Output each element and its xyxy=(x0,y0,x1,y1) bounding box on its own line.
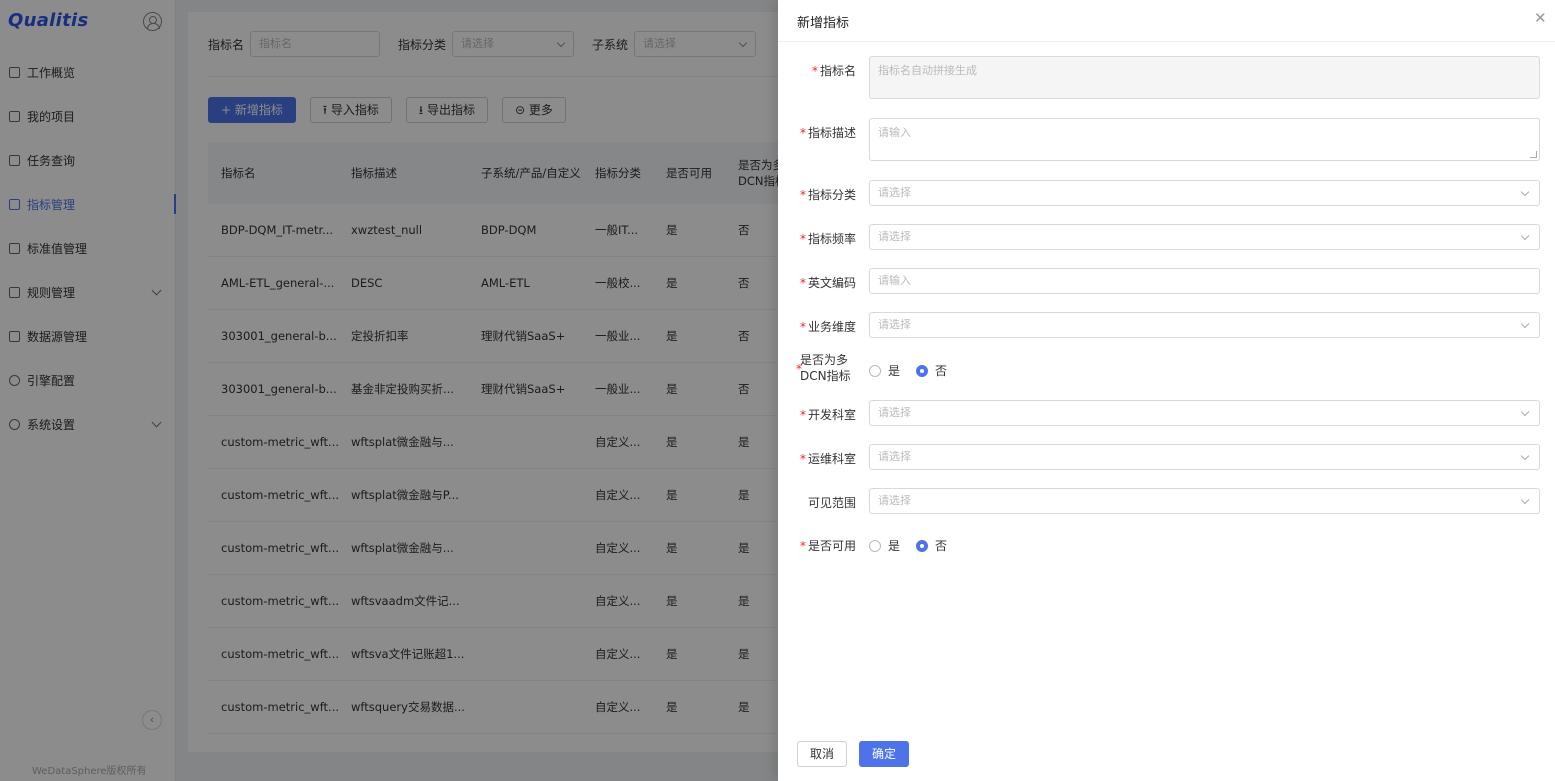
required-mark: * xyxy=(799,539,806,553)
field-label-text: 可见范围 xyxy=(807,496,856,510)
field-label: * 运维科室 xyxy=(800,450,856,467)
drawer-title: 新增指标 xyxy=(797,16,850,31)
metric-name-input: 指标名自动拼接生成 xyxy=(869,56,1540,99)
required-mark: * xyxy=(799,408,806,422)
radio-icon xyxy=(869,364,881,377)
field-label: * 是否为多DCN指标 xyxy=(796,352,870,384)
en-code-input[interactable]: 请输入 xyxy=(869,268,1540,294)
radio-label: 否 xyxy=(935,364,948,378)
drawer-divider xyxy=(778,41,1555,42)
radio-label: 是 xyxy=(888,364,901,378)
field-label-text: 指标描述 xyxy=(807,126,856,140)
ops-dept-select[interactable]: 请选择 xyxy=(869,444,1540,470)
available-radio-group: 是 否 xyxy=(869,537,963,554)
metric-category-select[interactable]: 请选择 xyxy=(869,180,1540,206)
radio-label: 是 xyxy=(888,539,901,553)
field-label-text: 指标频率 xyxy=(807,232,856,246)
dev-dept-select[interactable]: 请选择 xyxy=(869,400,1540,426)
required-mark: * xyxy=(799,126,806,140)
field-label: 可见范围 xyxy=(808,494,856,511)
required-mark: * xyxy=(799,276,806,290)
field-label: * 是否可用 xyxy=(800,537,856,554)
field-label-text: 是否为多DCN指标 xyxy=(800,353,851,383)
add-metric-drawer: 新增指标 ✕ * 指标名 指标名自动拼接生成 * 指标描述 请输入 * 指标分类 请选… xyxy=(778,0,1555,781)
required-mark: * xyxy=(799,452,806,466)
visibility-select[interactable]: 请选择 xyxy=(869,488,1540,514)
cancel-button[interactable]: 取消 xyxy=(797,741,848,767)
required-mark: * xyxy=(811,64,818,78)
modal-overlay[interactable] xyxy=(0,0,778,781)
field-label-text: 业务维度 xyxy=(807,320,856,334)
multi-dcn-radio-group: 是 否 xyxy=(869,362,963,379)
field-label-text: 开发科室 xyxy=(807,408,856,422)
field-label: * 开发科室 xyxy=(800,406,856,423)
radio-label: 否 xyxy=(935,539,948,553)
metric-frequency-select[interactable]: 请选择 xyxy=(869,224,1540,250)
required-mark: * xyxy=(799,188,806,202)
field-label: * 指标分类 xyxy=(800,186,856,203)
drawer-footer: 取消 确定 xyxy=(797,741,921,767)
field-label-text: 英文编码 xyxy=(807,276,856,290)
available-no-radio[interactable]: 否 xyxy=(916,537,947,554)
field-label: * 指标频率 xyxy=(800,230,856,247)
business-dimension-select[interactable]: 请选择 xyxy=(869,312,1540,338)
multi-dcn-yes-radio[interactable]: 是 xyxy=(869,362,900,379)
multi-dcn-no-radio[interactable]: 否 xyxy=(916,362,947,379)
field-label-text: 指标分类 xyxy=(807,188,856,202)
field-label-text: 是否可用 xyxy=(807,539,856,553)
required-mark: * xyxy=(799,232,806,246)
field-label: * 指标描述 xyxy=(800,124,856,141)
field-label: * 英文编码 xyxy=(800,274,856,291)
radio-icon xyxy=(869,539,881,552)
required-mark: * xyxy=(796,362,802,376)
field-label-text: 指标名 xyxy=(819,64,856,78)
required-mark: * xyxy=(799,320,806,334)
radio-checked-icon xyxy=(916,364,929,377)
field-label-text: 运维科室 xyxy=(807,452,856,466)
radio-checked-icon xyxy=(916,539,929,552)
field-label: * 业务维度 xyxy=(800,318,856,335)
available-yes-radio[interactable]: 是 xyxy=(869,537,900,554)
metric-desc-textarea[interactable]: 请输入 xyxy=(869,118,1540,161)
confirm-button[interactable]: 确定 xyxy=(859,741,910,767)
field-label: * 指标名 xyxy=(812,62,856,79)
close-icon[interactable]: ✕ xyxy=(1534,11,1547,26)
